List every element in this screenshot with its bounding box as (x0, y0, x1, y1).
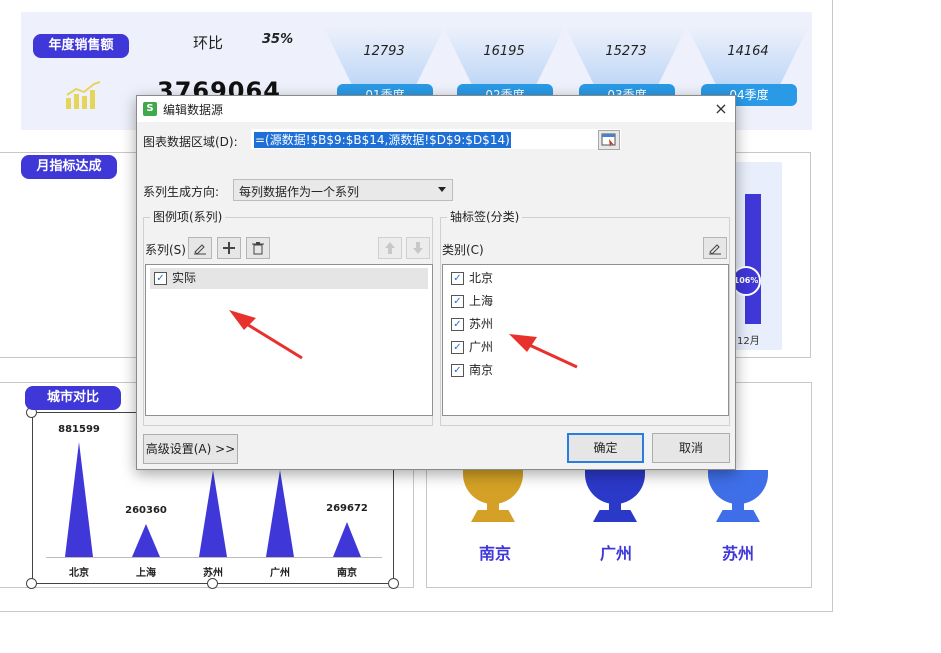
rank-1-city: 南京 (478, 544, 511, 563)
checkbox-checked[interactable]: ✓ (451, 364, 464, 377)
edit-series-button[interactable] (188, 237, 212, 259)
list-item[interactable]: ✓ 广州 (447, 337, 493, 358)
close-icon[interactable]: × (711, 99, 731, 119)
add-series-button[interactable] (217, 237, 241, 259)
quarter-card-2: 16195 02季度 (443, 26, 565, 106)
resize-handle[interactable] (207, 578, 218, 589)
mom-value: 35% (262, 32, 294, 47)
series-item-label: 实际 (172, 271, 197, 285)
trophy-icon (692, 470, 784, 522)
monthly-target-panel (0, 152, 138, 358)
range-label: 图表数据区域(D): (143, 135, 238, 149)
edit-data-source-dialog: S 编辑数据源 × 图表数据区域(D): =(源数据!$B$9:$B$14,源数… (136, 95, 736, 470)
pencil-icon (709, 244, 721, 255)
list-item[interactable]: ✓ 南京 (447, 360, 493, 381)
cone-category-label: 南京 (337, 568, 357, 579)
cone-data-label: 269672 (326, 503, 368, 514)
annual-sales-title: 年度销售额 (33, 34, 129, 58)
series-list[interactable]: ✓ 实际 (145, 264, 433, 416)
arrow-up-icon (385, 242, 395, 254)
quarter-card-4: 14164 04季度 (687, 26, 809, 106)
wps-app-icon: S (143, 102, 157, 116)
quarter-value: 16195 (483, 44, 525, 59)
monthly-target-title: 月指标达成 (21, 155, 117, 179)
cone-category-label: 广州 (270, 568, 290, 579)
move-up-button[interactable] (378, 237, 402, 259)
resize-handle[interactable] (388, 578, 399, 589)
range-picker-button[interactable] (598, 130, 620, 150)
monthly-month-label: 12月 (737, 336, 760, 347)
trash-icon (252, 242, 264, 255)
range-input[interactable]: =(源数据!$B$9:$B$14,源数据!$D$9:$D$14) (251, 129, 621, 149)
quarter-value: 12793 (363, 44, 405, 59)
quarter-card-1: 12793 01季度 (323, 26, 445, 106)
list-item[interactable]: ✓ 北京 (447, 268, 493, 289)
dialog-title: 编辑数据源 (163, 103, 224, 117)
checkbox-checked[interactable]: ✓ (451, 318, 464, 331)
rank-2-city: 广州 (599, 544, 632, 563)
quarter-value: 15273 (605, 44, 647, 59)
chart-axis-line (46, 557, 382, 558)
checkbox-checked[interactable]: ✓ (451, 295, 464, 308)
mom-label: 环比 (193, 34, 224, 52)
cone-category-label: 苏州 (203, 568, 223, 579)
category-item-label: 南京 (469, 363, 494, 377)
category-item-label: 苏州 (469, 317, 494, 331)
rank-3-city: 苏州 (721, 544, 754, 563)
plus-icon (223, 242, 235, 254)
category-label: 类别(C) (442, 243, 484, 257)
range-value: =(源数据!$B$9:$B$14,源数据!$D$9:$D$14) (254, 132, 511, 148)
edit-category-button[interactable] (703, 237, 727, 259)
category-item-label: 上海 (469, 294, 494, 308)
bar-chart-icon (66, 81, 101, 109)
checkbox-checked[interactable]: ✓ (451, 341, 464, 354)
cancel-button[interactable]: 取消 (652, 433, 730, 463)
move-down-button[interactable] (406, 237, 430, 259)
trophy-icon (569, 470, 661, 522)
ok-button[interactable]: 确定 (567, 433, 644, 463)
list-item[interactable]: ✓ 苏州 (447, 314, 493, 335)
category-list[interactable]: ✓ 北京 ✓ 上海 ✓ 苏州 ✓ 广州 ✓ 南京 (442, 264, 729, 416)
checkbox-checked[interactable]: ✓ (154, 272, 167, 285)
resize-handle[interactable] (26, 578, 37, 589)
axis-group-title: 轴标签(分类) (447, 208, 523, 225)
direction-label: 系列生成方向: (143, 185, 220, 199)
delete-series-button[interactable] (246, 237, 270, 259)
category-item-label: 北京 (469, 271, 494, 285)
list-item[interactable]: ✓ 实际 (150, 268, 428, 289)
quarter-value: 14164 (727, 44, 769, 59)
advanced-settings-button[interactable]: 高级设置(A) >> (143, 434, 238, 464)
pencil-icon (194, 244, 206, 255)
cone-data-label: 260360 (125, 505, 167, 516)
quarter-card-3: 15273 03季度 (565, 26, 687, 106)
city-compare-title: 城市对比 (25, 386, 121, 410)
range-picker-icon (601, 133, 616, 147)
dialog-titlebar[interactable]: S 编辑数据源 × (137, 96, 735, 122)
legend-group-title: 图例项(系列) (150, 208, 226, 225)
monthly-bar (745, 194, 761, 324)
arrow-down-icon (413, 242, 423, 254)
series-label: 系列(S) (145, 243, 186, 257)
list-item[interactable]: ✓ 上海 (447, 291, 493, 312)
cone-data-label: 881599 (58, 424, 100, 435)
trophy-icon (447, 470, 539, 522)
chevron-down-icon (438, 187, 446, 192)
direction-value: 每列数据作为一个系列 (239, 185, 360, 199)
checkbox-checked[interactable]: ✓ (451, 272, 464, 285)
cone-category-label: 上海 (136, 568, 156, 579)
category-item-label: 广州 (469, 340, 494, 354)
cone-category-label: 北京 (69, 568, 89, 579)
direction-select[interactable]: 每列数据作为一个系列 (233, 179, 453, 201)
